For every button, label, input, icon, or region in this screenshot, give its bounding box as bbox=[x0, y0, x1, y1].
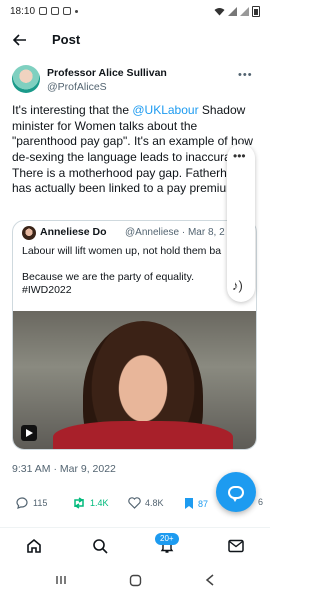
tab-search[interactable] bbox=[88, 536, 112, 556]
quoted-author-avatar bbox=[22, 226, 36, 240]
overlay-menu-icon[interactable]: ••• bbox=[233, 150, 246, 162]
bookmark-count: 87 bbox=[198, 498, 209, 509]
reply-action[interactable]: 115 bbox=[16, 497, 47, 509]
bookmark-icon bbox=[185, 498, 193, 509]
system-back-icon[interactable] bbox=[205, 574, 215, 589]
more-notifications-icon bbox=[75, 9, 79, 13]
quoted-author-handle-date: @Anneliese · Mar 8, 2 bbox=[125, 227, 225, 238]
author-handle[interactable]: @ProfAliceS bbox=[47, 81, 107, 93]
quoted-line bbox=[22, 258, 221, 271]
signal-2-icon bbox=[240, 6, 249, 16]
top-app-bar: Post bbox=[0, 28, 270, 52]
quoted-tweet-card[interactable]: Anneliese Do @Anneliese · Mar 8, 2 Labou… bbox=[12, 220, 257, 450]
twitter-notification-icon bbox=[63, 7, 72, 15]
like-action[interactable]: 4.8K bbox=[128, 497, 164, 509]
tweet-actions: 115 1.4K 4.8K 87 6 bbox=[0, 497, 270, 519]
tab-home[interactable] bbox=[22, 536, 46, 556]
home-button-icon[interactable] bbox=[129, 574, 142, 590]
repost-action[interactable]: 1.4K bbox=[72, 497, 109, 509]
more-options-icon[interactable]: ••• bbox=[238, 69, 253, 81]
notifications-badge: 20+ bbox=[155, 533, 179, 545]
play-icon[interactable] bbox=[21, 425, 37, 441]
status-time: 18:10 bbox=[10, 5, 36, 17]
tweet-line: minister for Women talks about the bbox=[12, 118, 198, 133]
notification-icon bbox=[39, 7, 48, 15]
like-count: 4.8K bbox=[145, 498, 164, 508]
quoted-tweet-text: Labour will lift women up, not hold them… bbox=[22, 245, 221, 297]
status-left: 18:10 bbox=[10, 5, 79, 17]
search-icon bbox=[93, 539, 108, 554]
share-action[interactable]: 6 bbox=[258, 497, 263, 507]
mail-icon bbox=[228, 539, 244, 553]
settings-icon bbox=[51, 7, 60, 15]
quoted-line: Because we are the party of equality. bbox=[22, 271, 194, 283]
repost-count: 1.4K bbox=[90, 498, 109, 508]
video-person-shirt bbox=[53, 421, 233, 449]
author-avatar[interactable] bbox=[12, 65, 40, 93]
tweet-timestamp[interactable]: 9:31 AM · Mar 9, 2022 bbox=[12, 463, 116, 475]
wifi-icon bbox=[214, 7, 225, 15]
home-icon bbox=[27, 538, 41, 553]
bookmark-action[interactable]: 87 bbox=[184, 497, 208, 510]
recent-apps-icon[interactable] bbox=[55, 574, 67, 589]
status-bar: 18:10 bbox=[0, 0, 270, 22]
reply-count: 115 bbox=[33, 498, 48, 508]
author-name[interactable]: Professor Alice Sullivan bbox=[47, 67, 167, 79]
tweet-line-text: Shadow bbox=[198, 103, 246, 117]
page-title: Post bbox=[52, 32, 81, 47]
floating-overlay-panel[interactable]: ••• ♪) bbox=[227, 144, 255, 302]
tweet-line: It's interesting that the @UKLabour Shad… bbox=[12, 103, 274, 119]
quoted-author-name: Anneliese Do bbox=[40, 226, 107, 238]
repost-icon bbox=[74, 497, 84, 509]
mention-link[interactable]: @UKLabour bbox=[132, 103, 198, 117]
reply-icon bbox=[16, 497, 28, 509]
system-navigation-bar bbox=[0, 570, 270, 600]
heart-icon bbox=[128, 497, 141, 509]
tweet-line-text: It's interesting that the bbox=[12, 103, 133, 117]
audio-icon[interactable]: ♪) bbox=[232, 278, 243, 293]
battery-icon bbox=[252, 5, 260, 17]
signal-icon bbox=[228, 6, 237, 16]
quoted-line: Labour will lift women up, not hold them… bbox=[22, 245, 222, 257]
quoted-line: #IWD2022 bbox=[22, 284, 72, 296]
bottom-tab-bar: 20+ bbox=[0, 527, 270, 563]
status-right bbox=[214, 5, 260, 17]
share-count: 6 bbox=[258, 497, 264, 507]
quoted-video-thumbnail[interactable] bbox=[13, 311, 256, 449]
back-arrow-icon[interactable] bbox=[10, 30, 30, 50]
tab-messages[interactable] bbox=[224, 536, 248, 556]
